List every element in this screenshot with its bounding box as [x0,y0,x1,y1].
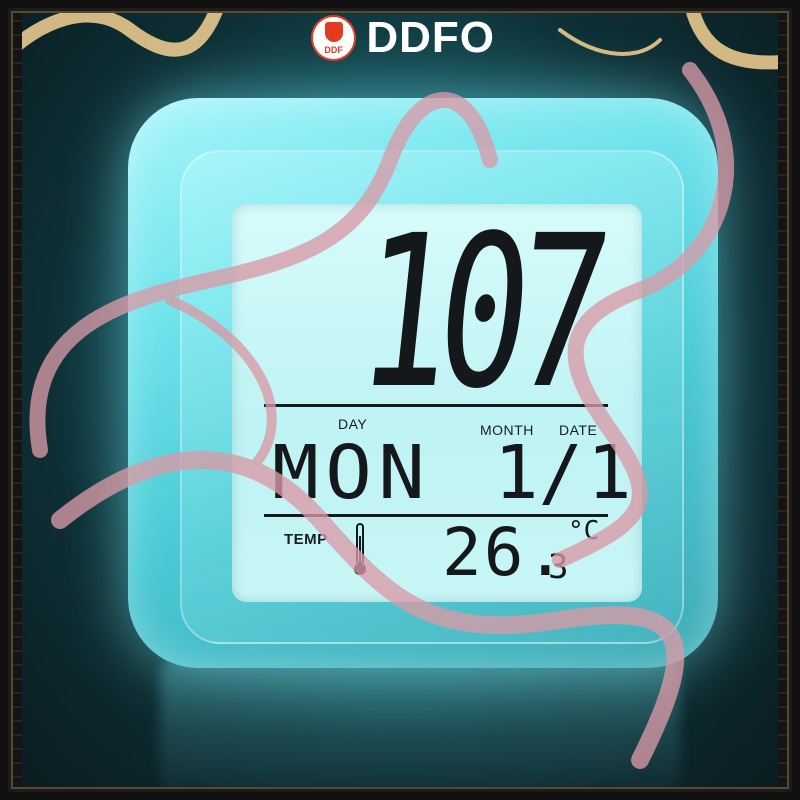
product-photo: 107 DAY MONTH DATE MON 1/ 1 TEMP 26. 3 °… [0,0,800,800]
brand-badge-icon: DDF [311,15,357,61]
brand-badge-text: DDF [324,45,343,55]
shield-shape [325,22,343,42]
brand-name: DDFO [366,13,495,62]
brand-logo: DDF DDFO [311,12,495,64]
photo-frame [0,0,800,800]
